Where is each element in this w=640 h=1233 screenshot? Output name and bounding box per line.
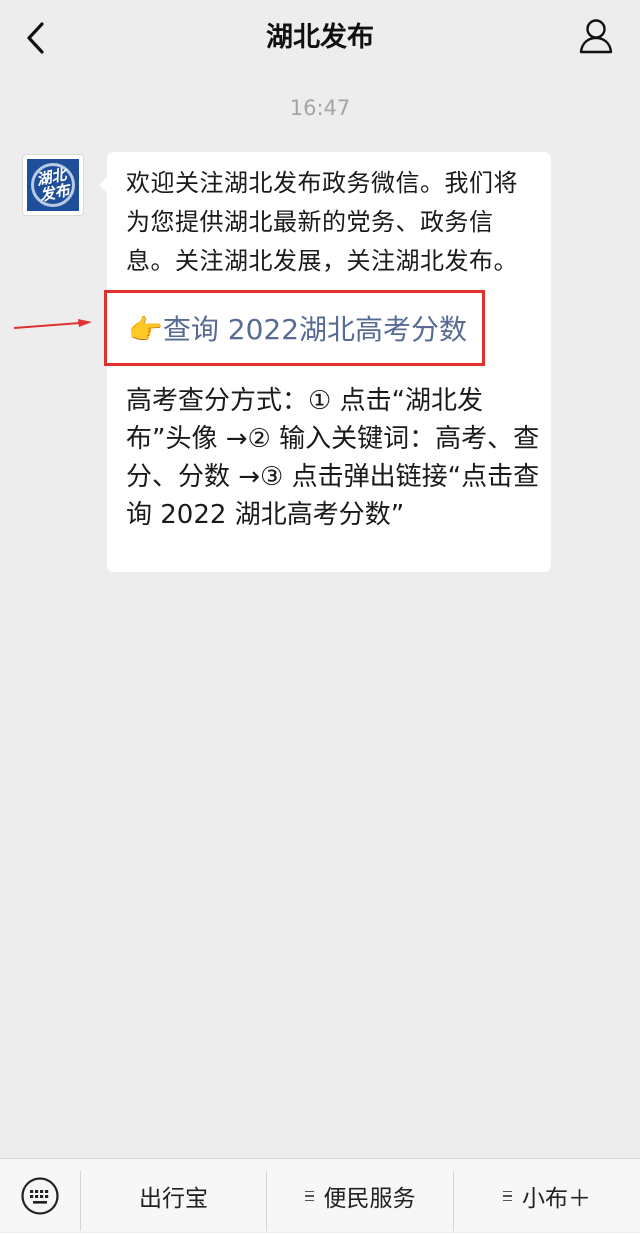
query-score-link[interactable]: 👉查询 2022湖北高考分数 <box>128 310 467 350</box>
query-steps-message: 高考查分方式：① 点击“湖北发布”头像 →② 输入关键词：高考、查分、分数 →③… <box>126 386 540 530</box>
menu-label: 便民服务 <box>323 1186 416 1212</box>
nav-bar: 湖北发布 <box>0 0 640 78</box>
avatar[interactable]: 湖北 发布 <box>22 154 84 216</box>
red-arrow-icon <box>13 319 92 329</box>
pointing-hand-icon: 👉 <box>128 313 163 346</box>
menu-label: 出行宝 <box>139 1186 208 1212</box>
profile-button[interactable] <box>578 16 614 56</box>
menu-label: 小布＋ <box>522 1186 591 1212</box>
query-score-link-label: 查询 2022湖北高考分数 <box>162 313 468 346</box>
welcome-message: 欢迎关注湖北发布政务微信。我们将为您提供湖北最新的党务、政务信息。关注湖北发展，… <box>126 169 518 275</box>
hubei-fabu-logo: 湖北 发布 <box>27 159 79 211</box>
menu-xiaobu[interactable]: 小布＋ <box>454 1159 640 1233</box>
menu-chuxingbao[interactable]: 出行宝 <box>81 1159 266 1233</box>
logo-text: 湖北 发布 <box>35 165 71 204</box>
submenu-icon <box>304 1188 314 1205</box>
keyboard-icon <box>21 1177 59 1215</box>
page-title: 湖北发布 <box>266 22 374 53</box>
message-bubble: 欢迎关注湖北发布政务微信。我们将为您提供湖北最新的党务、政务信息。关注湖北发展，… <box>104 152 551 572</box>
keyboard-toggle-button[interactable] <box>0 1159 80 1233</box>
menu-bianmin-fuwu[interactable]: 便民服务 <box>267 1159 453 1233</box>
bottom-menu-bar: 出行宝 便民服务 小布＋ <box>0 1158 640 1232</box>
person-icon <box>579 19 613 54</box>
submenu-icon <box>503 1188 512 1205</box>
message-timestamp: 16:47 <box>289 96 351 120</box>
